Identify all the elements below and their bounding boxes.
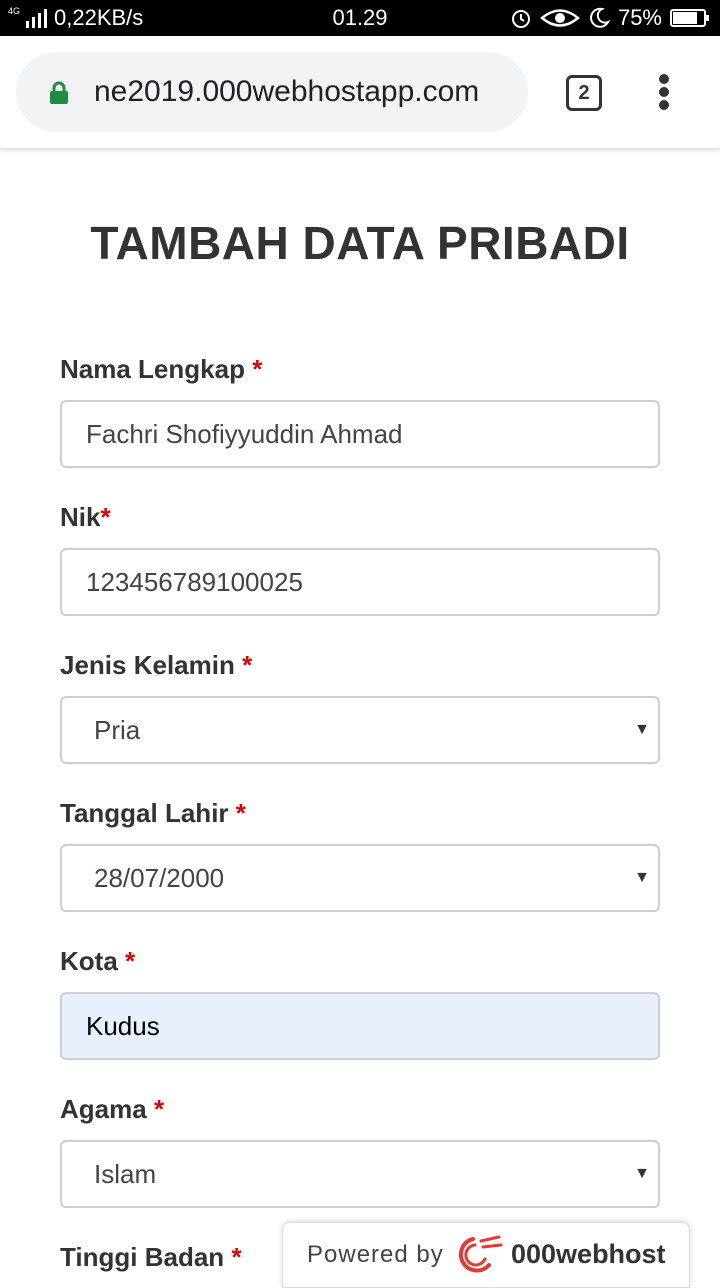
- url-text[interactable]: ne2019.000webhostapp.com: [94, 52, 479, 132]
- badge-prefix: Powered by: [307, 1241, 444, 1268]
- field-value: Kudus: [86, 1011, 160, 1041]
- lock-icon[interactable]: [48, 81, 70, 105]
- tanggal-lahir-input[interactable]: 28/07/2000 ▼: [60, 844, 660, 912]
- kota-input[interactable]: Kudus: [60, 992, 660, 1060]
- label-tanggal-lahir: Tanggal Lahir *: [60, 798, 246, 829]
- more-vert-icon[interactable]: [650, 74, 678, 110]
- label-text: Jenis Kelamin: [60, 650, 235, 680]
- label-nik: Nik*: [60, 502, 111, 533]
- required-mark: *: [242, 650, 253, 680]
- jenis-kelamin-select[interactable]: Pria ▼: [60, 696, 660, 764]
- label-text: Tanggal Lahir: [60, 798, 229, 828]
- nik-input[interactable]: 123456789100025: [60, 548, 660, 616]
- dropdown-arrow-icon: ▼: [634, 869, 650, 886]
- tab-switcher-button[interactable]: 2: [566, 75, 602, 111]
- field-value: Pria: [94, 715, 141, 745]
- moon-icon: [590, 7, 610, 28]
- required-mark: *: [153, 1094, 165, 1124]
- field-value: Fachri Shofiyyuddin Ahmad: [86, 419, 403, 449]
- label-nama-lengkap: Nama Lengkap *: [60, 354, 262, 385]
- dropdown-arrow-icon: ▼: [634, 721, 650, 738]
- status-right: 75%: [510, 4, 710, 32]
- agama-select[interactable]: Islam ▼: [60, 1140, 660, 1208]
- badge-brand: 000webhost: [511, 1239, 666, 1269]
- address-bar[interactable]: ne2019.000webhostapp.com: [16, 52, 528, 132]
- label-kota: Kota *: [60, 946, 135, 977]
- label-jenis-kelamin: Jenis Kelamin *: [60, 650, 252, 681]
- required-mark: *: [235, 798, 246, 828]
- required-mark: *: [125, 946, 136, 976]
- battery-percent: 75%: [617, 5, 662, 30]
- powered-by-badge[interactable]: Powered by 000webhost: [282, 1222, 690, 1288]
- label-text: Nik: [60, 502, 101, 532]
- browser-toolbar: ne2019.000webhostapp.com 2: [0, 36, 720, 149]
- eye-icon: [539, 9, 580, 27]
- alarm-icon: [511, 10, 530, 28]
- label-text: Nama Lengkap: [60, 354, 245, 384]
- label-text: Kota: [60, 946, 118, 976]
- label-text: Tinggi Badan: [60, 1242, 225, 1272]
- page-title: TAMBAH DATA PRIBADI: [90, 217, 630, 269]
- required-mark: *: [231, 1242, 242, 1272]
- label-tinggi-badan: Tinggi Badan *: [60, 1242, 242, 1273]
- required-mark: *: [100, 502, 111, 532]
- nama-lengkap-input[interactable]: Fachri Shofiyyuddin Ahmad: [60, 400, 660, 468]
- label-agama: Agama *: [60, 1094, 164, 1125]
- dropdown-arrow-icon: ▼: [634, 1165, 650, 1182]
- required-mark: *: [252, 354, 263, 384]
- field-value: Islam: [94, 1159, 157, 1189]
- status-bar: 4G 0,22KB/s 01.29 75%: [0, 0, 720, 36]
- label-text: Agama: [60, 1094, 147, 1124]
- field-value: 123456789100025: [86, 567, 303, 597]
- webhost-logo-icon: [458, 1235, 503, 1273]
- field-value: 28/07/2000: [94, 863, 225, 893]
- battery-icon: [670, 9, 709, 27]
